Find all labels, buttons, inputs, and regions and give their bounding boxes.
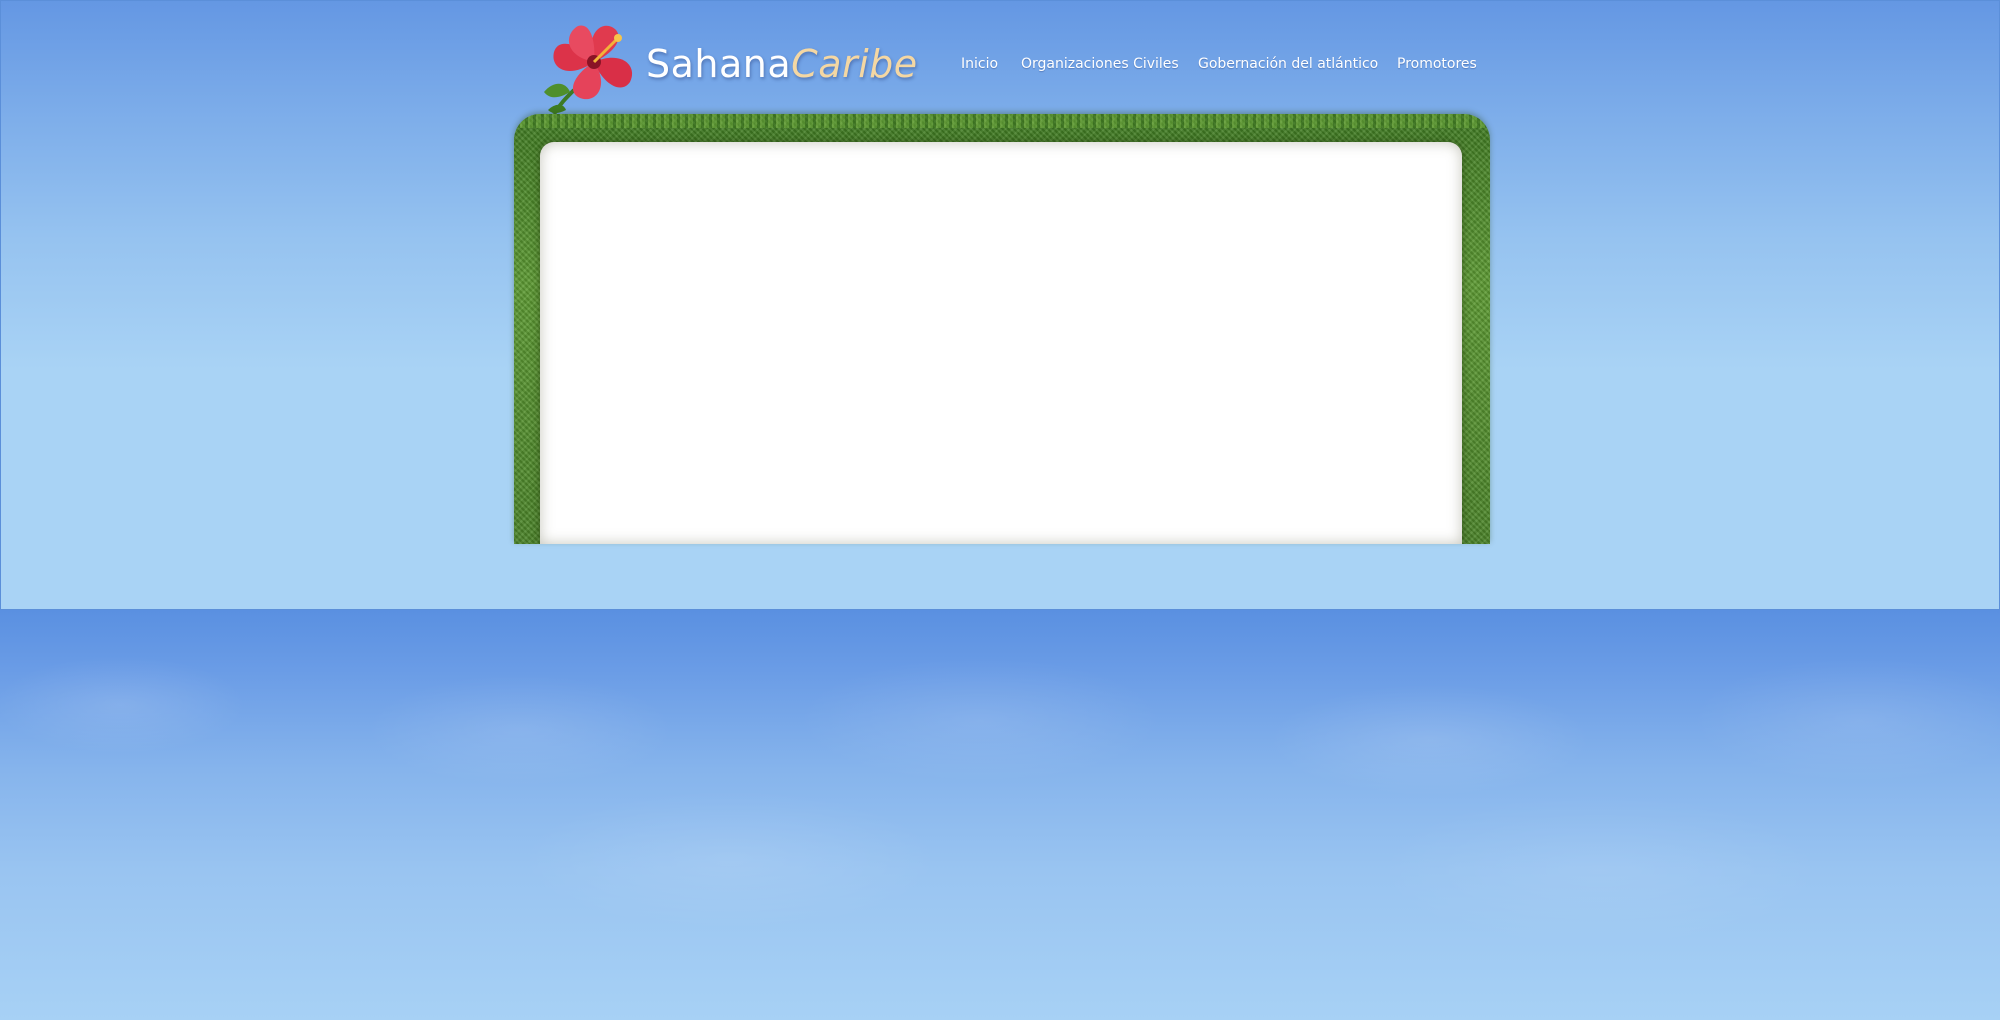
sky-background-bottom bbox=[0, 610, 2000, 1020]
nav-item-inicio[interactable]: Inicio bbox=[961, 56, 998, 72]
grass-frame bbox=[514, 114, 1490, 544]
nav-item-organizaciones-civiles[interactable]: Organizaciones Civiles bbox=[1021, 56, 1179, 72]
nav-item-promotores[interactable]: Promotores bbox=[1397, 56, 1477, 72]
main-nav: Inicio Organizaciones Civiles Gobernació… bbox=[514, 56, 1490, 76]
nav-item-gobernacion-del-atlantico[interactable]: Gobernación del atlántico bbox=[1198, 56, 1378, 72]
main-content-area bbox=[540, 142, 1462, 544]
page-container: SahanaCaribe Inicio Organizaciones Civil… bbox=[514, 0, 1490, 560]
